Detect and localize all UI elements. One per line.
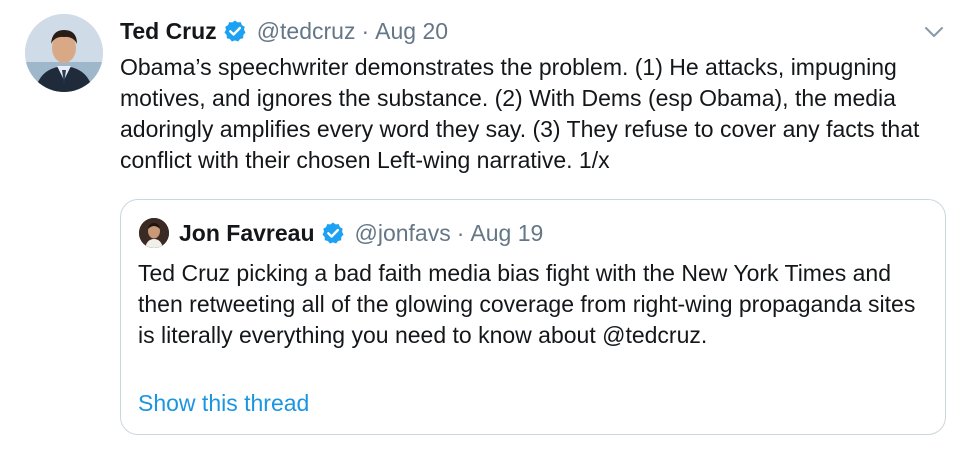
author-handle[interactable]: @tedcruz [257,18,356,45]
quoted-tweet-date[interactable]: Aug 19 [470,220,543,247]
quoted-tweet[interactable]: Jon Favreau @jonfavs · Aug 19 Ted Cruz p… [120,199,946,435]
quoted-avatar-image [139,218,169,248]
tweet-text: Obama’s speechwriter demonstrates the pr… [120,54,926,173]
separator-dot: · [456,219,465,246]
quoted-avatar[interactable] [139,218,169,248]
verified-badge-icon [321,221,345,245]
author-name[interactable]: Ted Cruz [120,18,217,45]
verified-badge-icon [223,19,247,43]
avatar[interactable] [25,14,103,92]
tweet-date[interactable]: Aug 20 [375,18,448,45]
quoted-tweet-header: Jon Favreau @jonfavs · Aug 19 [179,218,543,248]
chevron-down-icon[interactable] [922,20,946,44]
quoted-tweet-text: Ted Cruz picking a bad faith media bias … [138,260,916,348]
avatar-image [25,14,103,92]
quoted-author-name[interactable]: Jon Favreau [179,220,315,247]
quoted-author-handle[interactable]: @jonfavs [355,220,451,247]
tweet-header: Ted Cruz @tedcruz · Aug 20 [120,16,448,46]
show-thread-link[interactable]: Show this thread [138,390,309,417]
separator-dot: · [361,17,370,44]
